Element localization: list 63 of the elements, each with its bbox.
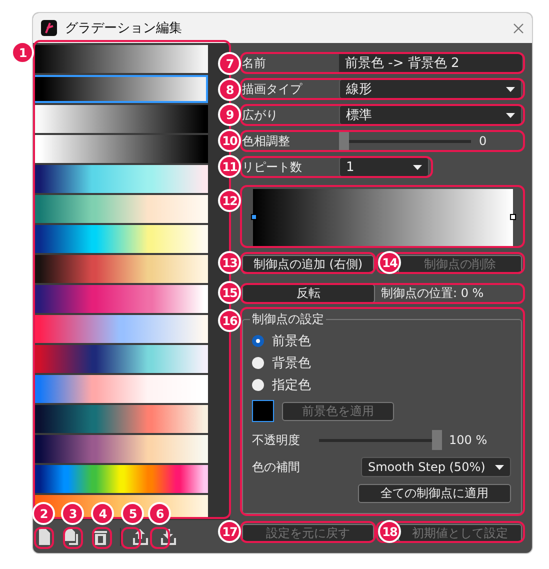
hue-slider[interactable] bbox=[339, 131, 471, 151]
page-icon[interactable] bbox=[36, 528, 53, 546]
gradient-swatch[interactable] bbox=[33, 465, 208, 493]
radio-label: 前景色 bbox=[272, 333, 311, 350]
app-icon bbox=[41, 20, 57, 36]
group-title: 制御点の設定 bbox=[251, 311, 325, 328]
field-label: 広がり bbox=[242, 106, 279, 124]
gradient-swatch[interactable] bbox=[33, 405, 208, 433]
window-title: グラデーション編集 bbox=[65, 20, 183, 37]
field-label: 色相調整 bbox=[242, 132, 291, 150]
opacity-slider[interactable] bbox=[319, 430, 442, 450]
repeat-dropdown[interactable]: 1 bbox=[339, 157, 429, 177]
upload-icon[interactable] bbox=[132, 528, 149, 546]
slider-value: 0 bbox=[479, 134, 487, 148]
callout-outline bbox=[121, 527, 141, 549]
callout-outline bbox=[150, 527, 170, 549]
callout-number: 1 bbox=[11, 41, 34, 64]
gradient-swatch[interactable] bbox=[33, 135, 208, 163]
copy-icon[interactable] bbox=[64, 528, 81, 546]
field-label: 色の補間 bbox=[252, 458, 300, 476]
callout-outline bbox=[92, 527, 112, 549]
radio-button[interactable] bbox=[252, 379, 264, 391]
control-point-handle[interactable] bbox=[251, 214, 257, 220]
slider-thumb[interactable] bbox=[339, 131, 349, 151]
field-label: 描画タイプ bbox=[242, 80, 304, 98]
gradient-swatch[interactable] bbox=[33, 225, 208, 253]
field-label: 不透明度 bbox=[252, 432, 301, 448]
close-icon[interactable] bbox=[513, 22, 524, 34]
dropdown-arrow-icon bbox=[506, 112, 515, 118]
radio-button[interactable] bbox=[252, 357, 264, 369]
name-field[interactable]: 前景色 -> 背景色 2 bbox=[339, 53, 522, 73]
spread-dropdown[interactable]: 標準 bbox=[339, 105, 522, 125]
gradient-swatch[interactable] bbox=[33, 75, 208, 103]
gradient-preview[interactable] bbox=[253, 189, 513, 246]
gradient-swatch[interactable] bbox=[33, 255, 208, 283]
radio-label: 指定色 bbox=[272, 377, 311, 394]
interpolation-dropdown[interactable]: Smooth Step (50%) bbox=[361, 457, 511, 477]
gradient-swatch[interactable] bbox=[33, 285, 208, 313]
callout-outline bbox=[63, 527, 83, 549]
draw-type-dropdown[interactable]: 線形 bbox=[339, 79, 522, 99]
gradient-swatch[interactable] bbox=[33, 165, 208, 193]
dropdown-arrow-icon bbox=[495, 464, 504, 470]
position-text: 制御点の位置: 0 % bbox=[381, 285, 484, 302]
apply-all-button[interactable]: 全ての制御点に適用 bbox=[358, 484, 511, 503]
gradient-swatch[interactable] bbox=[33, 45, 208, 73]
dropdown-arrow-icon bbox=[506, 86, 515, 92]
radio-label: 背景色 bbox=[272, 355, 311, 372]
slider-thumb[interactable] bbox=[432, 430, 442, 450]
radio-button[interactable] bbox=[252, 335, 264, 347]
color-swatch[interactable] bbox=[252, 400, 274, 422]
field-label: 名前 bbox=[242, 54, 267, 72]
gradient-swatch[interactable] bbox=[33, 375, 208, 403]
slider-value: 100 % bbox=[449, 433, 488, 447]
control-point-handle[interactable] bbox=[510, 214, 516, 220]
gradient-swatch[interactable] bbox=[33, 315, 208, 343]
dropdown-arrow-icon bbox=[413, 164, 422, 170]
gradient-swatch[interactable] bbox=[33, 105, 208, 133]
gradient-swatch[interactable] bbox=[33, 435, 208, 463]
field-label: リピート数 bbox=[242, 158, 303, 176]
download-icon[interactable] bbox=[160, 528, 177, 546]
gradient-swatch[interactable] bbox=[33, 345, 208, 373]
gradient-swatch[interactable] bbox=[33, 195, 208, 223]
callout-outline bbox=[34, 527, 54, 549]
